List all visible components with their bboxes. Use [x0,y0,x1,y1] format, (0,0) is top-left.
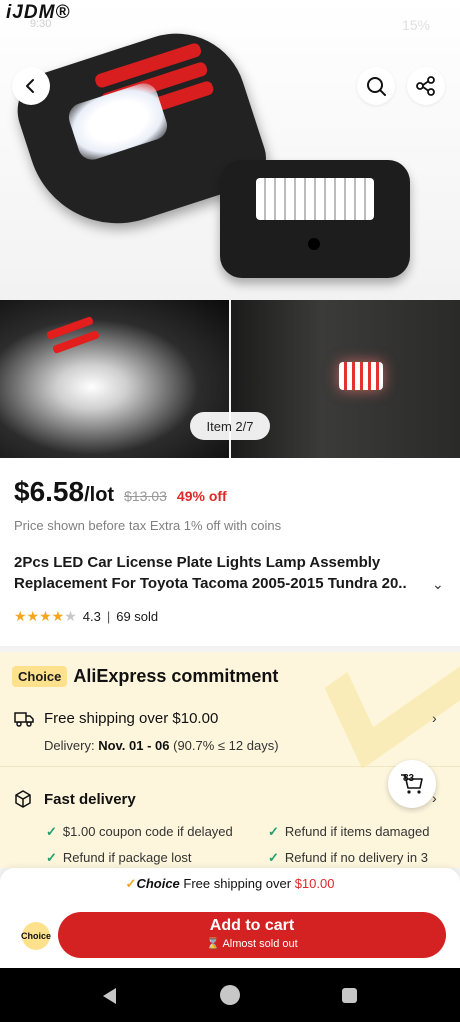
price-row: $6.58 /lot $13.03 49% off [14,476,227,508]
back-button[interactable] [12,67,50,105]
free-shipping-row[interactable]: Free shipping over $10.00 [14,710,218,727]
delivery-estimate: Delivery: Nov. 01 - 06 (90.7% ≤ 12 days) [44,738,279,753]
search-button[interactable] [357,67,395,105]
perk-item: ✓ $1.00 coupon code if delayed [46,824,233,839]
commitment-title: AliExpress commitment [73,666,279,686]
check-icon: ✓ [268,824,279,839]
check-icon: ✓ [46,850,57,865]
cart-button[interactable]: 83 [388,760,436,808]
divider [0,766,460,767]
current-price: $6.58 [14,476,85,507]
perk-item: ✓ Refund if package lost [46,850,192,865]
rating-value: 4.3 [82,609,101,624]
status-bar: 9:30 15% [0,14,460,38]
rating-row[interactable]: ★★★★★ 4.3 | 69 sold [14,608,158,625]
separator: | [106,609,111,624]
add-to-cart-button[interactable]: Add to cart ⌛ Almost sold out [58,912,446,958]
fast-delivery-label: Fast delivery [44,790,136,808]
product-title[interactable]: 2Pcs LED Car License Plate Lights Lamp A… [14,552,434,594]
check-icon: ✓ [125,876,137,891]
perk-item: ✓ Refund if items damaged [268,824,430,839]
tax-note: Price shown before tax Extra 1% off with… [14,518,282,533]
chevron-right-icon[interactable]: › [432,710,437,726]
delivery-dates: Nov. 01 - 06 [98,738,170,753]
sold-count: 69 sold [116,609,159,624]
hourglass-icon: ⌛ [206,938,221,950]
stock-note: ⌛ Almost sold out [206,938,298,950]
commitment-header: Choice AliExpress commitment [12,666,278,687]
item-indicator: Item 2/7 [190,412,270,440]
box-icon [15,790,31,808]
search-icon [367,77,386,96]
share-button[interactable] [407,67,445,105]
check-icon: ✓ [46,824,57,839]
add-to-cart-label: Add to cart [209,917,295,934]
delivery-rate: (90.7% ≤ 12 days) [173,738,279,753]
chevron-left-icon [26,79,34,93]
star-rating-icon: ★★★★★ [14,608,77,624]
discount-badge: 49% off [176,488,227,504]
status-time: 9:30 [30,18,52,30]
chevron-down-icon[interactable]: ⌄ [432,576,444,593]
original-price: $13.03 [124,488,167,504]
delivery-prefix: Delivery: [44,738,95,753]
nav-home-icon[interactable] [220,985,240,1005]
nav-back-icon[interactable] [100,986,120,1006]
free-shipping-label: Free shipping over $10.00 [44,710,219,727]
system-nav-bar [0,968,460,1022]
choice-badge: Choice [12,666,68,687]
check-icon: ✓ [268,850,279,865]
aliexpress-commitment: Choice AliExpress commitment Free shippi… [0,652,460,868]
battery-level: 15% [401,17,430,33]
price-unit: /lot [84,484,115,506]
led-lamp-hero-image[interactable] [0,0,460,300]
lamp-side-view [220,160,410,278]
bottom-action-bar: ✓Choice Free shipping over $10.00 Choice… [0,868,460,968]
share-icon [416,76,435,96]
choice-promo: ✓Choice Free shipping over $10.00 [125,876,335,891]
truck-icon [14,711,34,727]
nav-recents-icon[interactable] [342,988,357,1003]
perk-item: ✓ Refund if no delivery in 3 [268,850,428,865]
fast-delivery-row[interactable]: Fast delivery [14,790,136,808]
cart-count: 83 [403,773,415,784]
product-info: $6.58 /lot $13.03 49% off Price shown be… [0,458,460,646]
product-gallery[interactable]: iJDM® 9:30 15% Item 2/7 [0,0,460,458]
choice-store-button[interactable]: Choice [21,922,51,950]
